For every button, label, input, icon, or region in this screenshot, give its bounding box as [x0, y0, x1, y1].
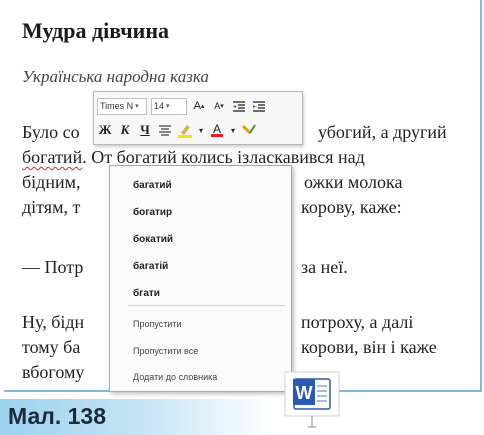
menu-divider: [128, 305, 285, 306]
document-subtitle: Українська народна казка: [22, 67, 209, 86]
text-line-5-left: — Потр: [22, 257, 84, 277]
figure-caption: Мал. 138: [0, 399, 272, 435]
underline-button[interactable]: Ч: [137, 122, 153, 138]
increase-indent-button[interactable]: [251, 98, 267, 114]
suggestion-item[interactable]: багатій: [133, 261, 168, 272]
ignore-option[interactable]: Пропустити: [133, 319, 182, 329]
text-line-3-left: бідним,: [22, 172, 81, 192]
shrink-font-button[interactable]: A ▾: [211, 98, 227, 114]
font-color-swatch: [211, 133, 223, 137]
misspelled-word[interactable]: богатий: [22, 147, 82, 167]
font-color-button[interactable]: A: [209, 122, 225, 138]
add-to-dictionary-option[interactable]: Додати до словника: [133, 372, 217, 382]
spelling-context-menu: багатий богатир бокатий багатій бгати Пр…: [109, 165, 292, 392]
document-title: Мудра дівчина: [22, 18, 169, 43]
mini-formatting-toolbar: Times N ▾ 14 ▾ A ▴ A ▾ Ж К Ч ▾ A ▾: [93, 91, 303, 145]
chevron-down-icon: ▾: [135, 103, 139, 110]
suggestion-item[interactable]: бокатий: [133, 234, 173, 245]
format-painter-button[interactable]: [241, 122, 257, 138]
figure-caption-label: Мал. 138: [8, 403, 106, 429]
text-line-6-right: потроху, а далі: [301, 312, 414, 332]
word-app-icon: W: [284, 371, 340, 429]
format-painter-icon: [241, 124, 256, 135]
text-line-5-right: за неї.: [301, 257, 348, 277]
decrease-indent-icon: [233, 101, 245, 112]
highlight-dropdown[interactable]: ▾: [197, 122, 205, 138]
highlighter-icon: [178, 125, 192, 138]
text-line-6-left: Ну, бідн: [22, 312, 85, 332]
font-size-value: 14: [154, 101, 165, 111]
italic-button[interactable]: К: [117, 122, 133, 138]
font-size-select[interactable]: 14 ▾: [151, 97, 187, 115]
bold-button[interactable]: Ж: [97, 122, 113, 138]
grow-font-icon: A: [193, 100, 201, 112]
center-align-button[interactable]: [157, 122, 173, 138]
text-line-1-left: Було со: [22, 122, 80, 142]
increase-indent-icon: [253, 101, 265, 112]
text-line-2-rest: . От богатий колись ізлаcкавився над: [82, 147, 365, 167]
text-line-7-right: корови, він і каже: [301, 337, 437, 357]
font-color-dropdown[interactable]: ▾: [229, 122, 237, 138]
text-line-8-left: вбогому: [22, 362, 85, 382]
font-name-select[interactable]: Times N ▾: [97, 97, 147, 115]
suggestion-item[interactable]: багатий: [133, 180, 172, 191]
font-color-icon: A: [212, 121, 221, 136]
text-line-7-left: тому ба: [22, 337, 81, 357]
suggestion-item[interactable]: бгати: [133, 288, 160, 299]
text-line-1[interactable]: Було со: [22, 122, 80, 143]
text-line-1-right: убогий, а другий: [318, 122, 447, 142]
text-line-4-left: дітям, т: [22, 197, 81, 217]
decrease-indent-button[interactable]: [231, 98, 247, 114]
word-letter: W: [296, 383, 313, 403]
text-line-3-right: ожки молока: [304, 172, 403, 192]
font-name-value: Times N: [100, 101, 134, 111]
highlight-button[interactable]: [177, 122, 193, 138]
align-center-icon: [159, 125, 171, 136]
ignore-all-option[interactable]: Пропустити все: [133, 346, 198, 356]
grow-font-button[interactable]: A ▴: [191, 98, 207, 114]
text-line-4-right: корову, каже:: [301, 197, 402, 217]
suggestion-item[interactable]: богатир: [133, 207, 172, 218]
chevron-down-icon: ▾: [166, 103, 170, 110]
